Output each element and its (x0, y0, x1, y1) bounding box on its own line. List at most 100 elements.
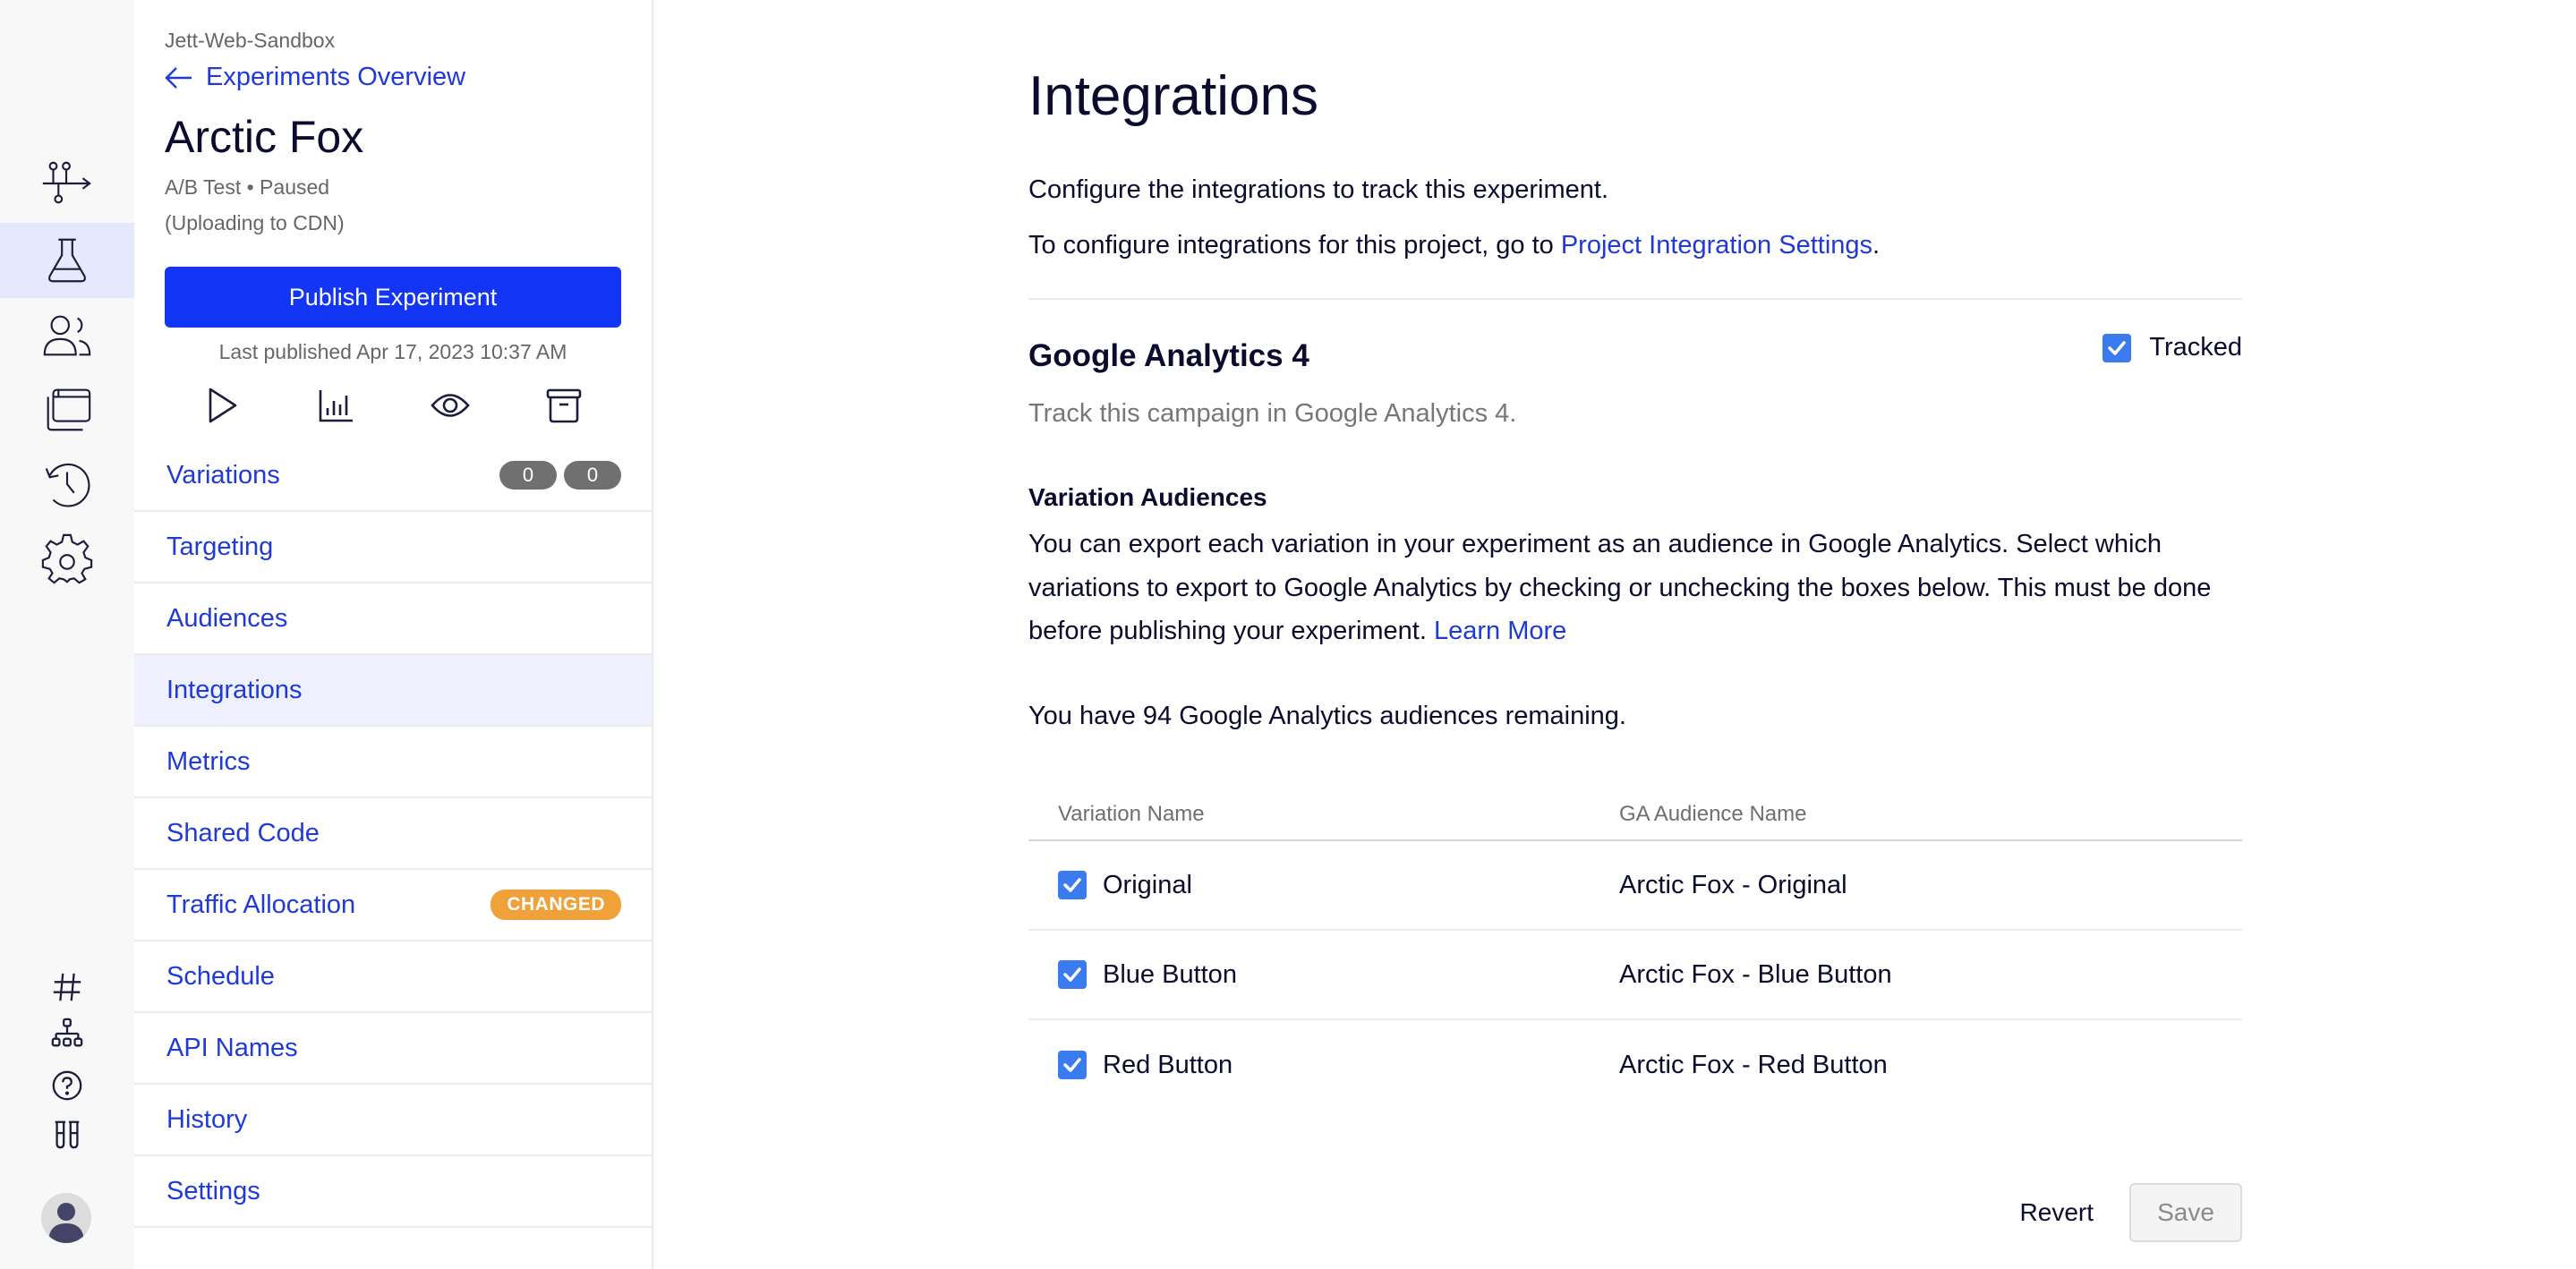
flows-icon (42, 161, 91, 204)
hash-icon (53, 973, 81, 1001)
nav-item-api-names[interactable]: API Names (134, 1013, 652, 1085)
hierarchy-icon (51, 1018, 83, 1047)
play-icon (209, 388, 237, 423)
archive-icon (546, 388, 582, 423)
nav-item-label: Schedule (166, 961, 275, 991)
experiment-status: A/B Test • Paused (165, 175, 330, 199)
results-button[interactable] (315, 385, 356, 426)
nav-item-label: Settings (166, 1176, 260, 1205)
variation-audiences-title: Variation Audiences (1028, 483, 1267, 511)
rail-history-button[interactable] (0, 447, 134, 522)
arrow-left-icon (165, 66, 192, 89)
nav-item-label: Integrations (166, 675, 303, 704)
variation-checkbox[interactable] (1058, 871, 1087, 899)
rail-labs-button[interactable] (0, 1114, 134, 1155)
intro-text: Configure the integrations to track this… (1028, 175, 1608, 204)
results-chart-icon (319, 390, 354, 422)
nav-item-settings[interactable]: Settings (134, 1156, 652, 1228)
nav-item-label: History (166, 1104, 248, 1134)
tracked-label: Tracked (2149, 333, 2242, 362)
variation-cell: Red Button (1028, 1051, 1619, 1080)
rail-pages-button[interactable] (0, 371, 134, 447)
table-row: Red Button Arctic Fox - Red Button (1028, 1020, 2242, 1110)
variation-name: Blue Button (1103, 959, 1237, 989)
variation-audiences-description: You can export each variation in your ex… (1028, 523, 2242, 653)
rail-audiences-button[interactable] (0, 298, 134, 373)
variation-cell: Original (1028, 871, 1619, 900)
project-integration-settings-link[interactable]: Project Integration Settings (1561, 231, 1872, 260)
rail-settings-button[interactable] (0, 522, 134, 597)
nav-item-targeting[interactable]: Targeting (134, 512, 652, 583)
audiences-icon (43, 315, 91, 356)
ga-audience-name: Arctic Fox - Original (1619, 870, 1847, 899)
nav-item-label: API Names (166, 1033, 298, 1062)
revert-button[interactable]: Revert (2020, 1198, 2094, 1227)
play-button[interactable] (201, 385, 243, 426)
nav-item-variations[interactable]: Variations 00 (134, 440, 652, 512)
variation-audiences-text: You can export each variation in your ex… (1028, 530, 2212, 645)
tracked-toggle[interactable]: Tracked (2103, 333, 2242, 362)
preview-button[interactable] (430, 385, 471, 426)
audiences-remaining: You have 94 Google Analytics audiences r… (1028, 702, 1626, 730)
variation-checkbox[interactable] (1058, 960, 1087, 989)
rail-help-button[interactable] (0, 1065, 134, 1106)
nav-item-label: Traffic Allocation (166, 890, 356, 919)
rail-hash-button[interactable] (0, 967, 134, 1008)
table-header: Variation Name GA Audience Name (1028, 802, 2242, 841)
learn-more-link[interactable]: Learn More (1434, 617, 1566, 645)
nav-item-label: Metrics (166, 746, 251, 776)
save-button[interactable]: Save (2129, 1183, 2242, 1242)
ga-audience-name: Arctic Fox - Red Button (1619, 1050, 1888, 1079)
nav-item-schedule[interactable]: Schedule (134, 941, 652, 1013)
history-icon (45, 463, 90, 507)
variation-cell: Blue Button (1028, 960, 1619, 990)
changed-badge: CHANGED (490, 890, 621, 920)
nav-item-shared-code[interactable]: Shared Code (134, 798, 652, 870)
nav-item-metrics[interactable]: Metrics (134, 727, 652, 798)
checkmark-icon (1063, 1058, 1081, 1072)
rail-hierarchy-button[interactable] (0, 1013, 134, 1054)
nav-item-label: Variations (166, 460, 280, 490)
last-published: Last published Apr 17, 2023 10:37 AM (218, 340, 567, 363)
checkmark-icon (1063, 967, 1081, 982)
publish-experiment-button[interactable]: Publish Experiment (165, 267, 621, 328)
column-header-variation-name: Variation Name (1058, 802, 1205, 826)
variation-audiences-table: Variation Name GA Audience Name Original… (1028, 802, 2242, 1110)
test-tubes-icon (55, 1120, 80, 1149)
icon-rail (0, 0, 134, 1269)
avatar[interactable] (41, 1193, 91, 1243)
form-footer: Revert Save (2020, 1183, 2242, 1242)
variation-name: Red Button (1103, 1050, 1233, 1079)
experiments-overview-link[interactable]: Experiments Overview (165, 63, 465, 92)
upload-status: (Uploading to CDN) (165, 211, 345, 234)
tracked-checkbox[interactable] (2103, 333, 2132, 362)
count-badge: 0 (564, 461, 621, 490)
user-avatar-icon (48, 1203, 84, 1243)
nav-item-traffic-allocation[interactable]: Traffic Allocation CHANGED (134, 870, 652, 941)
divider (1028, 298, 2242, 300)
project-settings-prefix: To configure integrations for this proje… (1028, 231, 1561, 260)
experiment-title: Arctic Fox (165, 112, 364, 162)
column-header-ga-audience-name: GA Audience Name (1619, 802, 1807, 826)
rail-experiments-button[interactable] (0, 223, 134, 298)
integration-title: Google Analytics 4 (1028, 338, 1309, 373)
table-row: Original Arctic Fox - Original (1028, 841, 2242, 931)
checkmark-icon (1063, 878, 1081, 892)
experiment-panel: Jett-Web-Sandbox Experiments Overview Ar… (134, 0, 653, 1269)
preview-eye-icon (431, 394, 470, 417)
nav-item-history[interactable]: History (134, 1085, 652, 1156)
nav-item-label: Audiences (166, 603, 288, 633)
archive-button[interactable] (543, 385, 584, 426)
ga-audience-name: Arctic Fox - Blue Button (1619, 959, 1892, 989)
variation-checkbox[interactable] (1058, 1051, 1087, 1079)
count-badge: 0 (499, 461, 557, 490)
flask-icon (48, 238, 86, 283)
nav-item-audiences[interactable]: Audiences (134, 583, 652, 655)
back-label: Experiments Overview (206, 63, 466, 91)
integration-description: Track this campaign in Google Analytics … (1028, 399, 1517, 428)
nav-item-integrations[interactable]: Integrations (134, 655, 652, 727)
nav-item-label: Shared Code (166, 818, 320, 847)
rail-flows-button[interactable] (0, 146, 134, 221)
project-settings-text: To configure integrations for this proje… (1028, 231, 1880, 260)
pages-icon (47, 388, 91, 431)
